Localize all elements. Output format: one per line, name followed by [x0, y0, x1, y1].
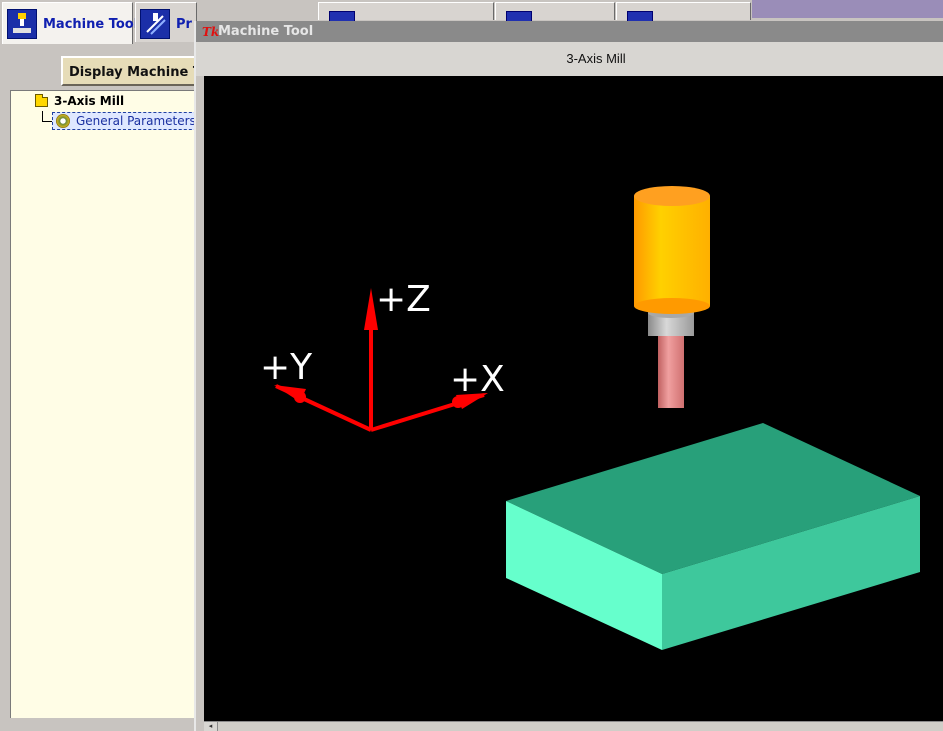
tab-5[interactable]: [616, 2, 751, 25]
y-axis-marker: [294, 391, 306, 403]
y-axis-label: +Y: [260, 347, 313, 388]
tab-machine-tool[interactable]: Machine Tool: [2, 2, 138, 44]
tab-program-label: Pr: [176, 17, 192, 32]
window-title: Machine Tool: [218, 24, 314, 39]
program-icon: [140, 9, 170, 39]
tree-item-label: General Parameters: [76, 114, 196, 128]
folder-icon: [35, 94, 48, 107]
machine-tool-icon: [7, 9, 37, 39]
display-machine-tool-button[interactable]: Display Machine To: [61, 56, 201, 86]
gear-icon: [56, 114, 70, 128]
tool-holder-top: [634, 186, 710, 206]
tool-cutter: [658, 332, 684, 408]
scene-svg: +Z +Y +X: [260, 186, 920, 650]
tab-machine-tool-label: Machine Tool: [43, 17, 139, 32]
z-axis-label: +Z: [376, 279, 431, 320]
tk-icon: Tk: [202, 25, 220, 39]
axis-triad: +Z +Y +X: [260, 279, 505, 432]
machine-tree: 3-Axis Mill General Parameters: [10, 90, 200, 718]
tab-program[interactable]: Pr: [135, 2, 197, 42]
tree-connector: [42, 121, 52, 122]
x-axis-label: +X: [450, 359, 505, 400]
cutting-tool: [634, 186, 710, 408]
left-panel: Display Machine To 3-Axis Mill General P…: [0, 44, 201, 731]
tree-connector: [42, 111, 43, 121]
scroll-left-arrow[interactable]: ◂: [204, 722, 218, 731]
window-title-bar[interactable]: Tk Machine Tool: [196, 21, 943, 42]
3d-viewport[interactable]: +Z +Y +X: [204, 76, 943, 721]
machine-tool-window[interactable]: Tk Machine Tool 3-Axis Mill +Z +Y +X ◂: [194, 21, 943, 731]
viewport-header: 3-Axis Mill: [196, 42, 943, 76]
tree-root-label: 3-Axis Mill: [54, 94, 125, 108]
viewport-title: 3-Axis Mill: [566, 51, 626, 66]
tool-holder: [634, 196, 710, 306]
horizontal-scrollbar[interactable]: ◂: [204, 721, 943, 731]
stock-block: [506, 423, 920, 650]
tab-3[interactable]: [318, 2, 494, 25]
tab-4[interactable]: [495, 2, 615, 25]
tab-bar-filler: [752, 0, 943, 18]
tree-item-general-parameters[interactable]: General Parameters: [52, 112, 200, 130]
